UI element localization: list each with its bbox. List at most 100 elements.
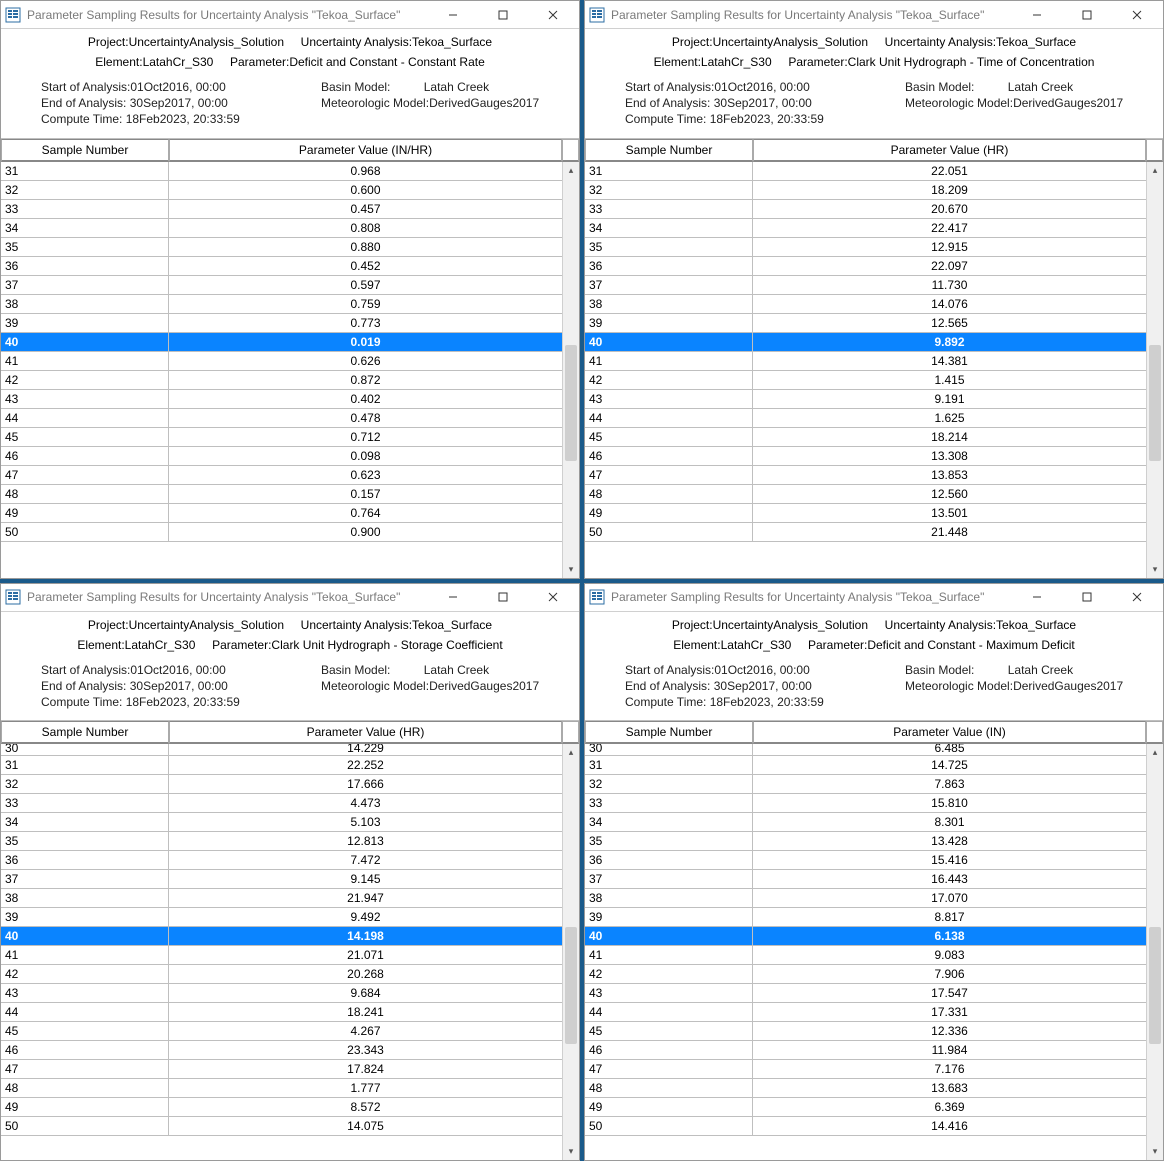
table-row[interactable]: 3422.417 xyxy=(585,219,1146,238)
table-row[interactable]: 348.301 xyxy=(585,813,1146,832)
table-row[interactable]: 498.572 xyxy=(1,1098,562,1117)
table-row[interactable]: 5014.075 xyxy=(1,1117,562,1136)
table-row[interactable]: 3122.051 xyxy=(585,162,1146,181)
column-sample-number[interactable]: Sample Number xyxy=(1,139,169,162)
titlebar[interactable]: Parameter Sampling Results for Uncertain… xyxy=(585,584,1163,612)
table-row[interactable]: 3014.229 xyxy=(1,744,562,756)
table-row[interactable]: 440.478 xyxy=(1,409,562,428)
table-row[interactable]: 400.019 xyxy=(1,333,562,352)
scroll-thumb[interactable] xyxy=(565,927,577,1043)
table-row[interactable]: 340.808 xyxy=(1,219,562,238)
vertical-scrollbar[interactable]: ▴▾ xyxy=(1146,744,1163,1160)
column-sample-number[interactable]: Sample Number xyxy=(585,721,753,744)
table-row[interactable]: 439.191 xyxy=(585,390,1146,409)
close-button[interactable] xyxy=(1115,583,1159,611)
close-button[interactable] xyxy=(531,1,575,29)
table-row[interactable]: 420.872 xyxy=(1,371,562,390)
table-row[interactable]: 360.452 xyxy=(1,257,562,276)
minimize-button[interactable] xyxy=(1015,583,1059,611)
table-row[interactable]: 3512.915 xyxy=(585,238,1146,257)
table-row[interactable]: 3217.666 xyxy=(1,775,562,794)
table-row[interactable]: 4518.214 xyxy=(585,428,1146,447)
table-row[interactable]: 470.623 xyxy=(1,466,562,485)
close-button[interactable] xyxy=(1115,1,1159,29)
table-row[interactable]: 3821.947 xyxy=(1,889,562,908)
table-row[interactable]: 480.157 xyxy=(1,485,562,504)
table-row[interactable]: 327.863 xyxy=(585,775,1146,794)
column-sample-number[interactable]: Sample Number xyxy=(1,721,169,744)
table-row[interactable]: 4611.984 xyxy=(585,1041,1146,1060)
table-row[interactable]: 4512.336 xyxy=(585,1022,1146,1041)
scroll-down-icon[interactable]: ▾ xyxy=(563,561,579,578)
maximize-button[interactable] xyxy=(481,583,525,611)
table-row[interactable]: 439.684 xyxy=(1,984,562,1003)
scroll-up-icon[interactable]: ▴ xyxy=(1147,744,1163,761)
table-row[interactable]: 409.892 xyxy=(585,333,1146,352)
vertical-scrollbar[interactable]: ▴▾ xyxy=(562,162,579,578)
scroll-down-icon[interactable]: ▾ xyxy=(1147,1143,1163,1160)
titlebar[interactable]: Parameter Sampling Results for Uncertain… xyxy=(1,584,579,612)
table-row[interactable]: 4220.268 xyxy=(1,965,562,984)
table-row[interactable]: 3114.725 xyxy=(585,756,1146,775)
table-row[interactable]: 427.906 xyxy=(585,965,1146,984)
table-row[interactable]: 441.625 xyxy=(585,409,1146,428)
table-row[interactable]: 450.712 xyxy=(1,428,562,447)
table-row[interactable]: 406.138 xyxy=(585,927,1146,946)
table-row[interactable]: 350.880 xyxy=(1,238,562,257)
table-row[interactable]: 306.485 xyxy=(585,744,1146,756)
table-row[interactable]: 3814.076 xyxy=(585,295,1146,314)
table-row[interactable]: 4623.343 xyxy=(1,1041,562,1060)
table-row[interactable]: 3615.416 xyxy=(585,851,1146,870)
table-row[interactable]: 367.472 xyxy=(1,851,562,870)
table-row[interactable]: 5021.448 xyxy=(585,523,1146,542)
table-row[interactable]: 3912.565 xyxy=(585,314,1146,333)
table-row[interactable]: 3817.070 xyxy=(585,889,1146,908)
table-row[interactable]: 4813.683 xyxy=(585,1079,1146,1098)
scroll-thumb[interactable] xyxy=(1149,345,1161,461)
table-row[interactable]: 4014.198 xyxy=(1,927,562,946)
table-row[interactable]: 4121.071 xyxy=(1,946,562,965)
table-row[interactable]: 481.777 xyxy=(1,1079,562,1098)
table-row[interactable]: 5014.416 xyxy=(585,1117,1146,1136)
table-row[interactable]: 379.145 xyxy=(1,870,562,889)
vertical-scrollbar[interactable]: ▴▾ xyxy=(562,744,579,1160)
column-parameter-value[interactable]: Parameter Value (IN/HR) xyxy=(169,139,562,162)
table-body[interactable]: 306.4853114.725327.8633315.810348.301351… xyxy=(585,744,1146,1160)
scroll-up-icon[interactable]: ▴ xyxy=(563,162,579,179)
table-row[interactable]: 3622.097 xyxy=(585,257,1146,276)
scroll-up-icon[interactable]: ▴ xyxy=(563,744,579,761)
scroll-thumb[interactable] xyxy=(565,345,577,461)
scroll-down-icon[interactable]: ▾ xyxy=(1147,561,1163,578)
scroll-thumb[interactable] xyxy=(1149,927,1161,1043)
table-row[interactable]: 390.773 xyxy=(1,314,562,333)
table-row[interactable]: 3716.443 xyxy=(585,870,1146,889)
table-row[interactable]: 430.402 xyxy=(1,390,562,409)
minimize-button[interactable] xyxy=(431,1,475,29)
minimize-button[interactable] xyxy=(1015,1,1059,29)
column-parameter-value[interactable]: Parameter Value (IN) xyxy=(753,721,1146,744)
table-row[interactable]: 399.492 xyxy=(1,908,562,927)
maximize-button[interactable] xyxy=(1065,583,1109,611)
maximize-button[interactable] xyxy=(1065,1,1109,29)
table-row[interactable]: 380.759 xyxy=(1,295,562,314)
table-row[interactable]: 3315.810 xyxy=(585,794,1146,813)
table-row[interactable]: 330.457 xyxy=(1,200,562,219)
minimize-button[interactable] xyxy=(431,583,475,611)
table-row[interactable]: 3513.428 xyxy=(585,832,1146,851)
table-row[interactable]: 4613.308 xyxy=(585,447,1146,466)
table-row[interactable]: 4717.824 xyxy=(1,1060,562,1079)
table-row[interactable]: 4417.331 xyxy=(585,1003,1146,1022)
table-row[interactable]: 4913.501 xyxy=(585,504,1146,523)
column-sample-number[interactable]: Sample Number xyxy=(585,139,753,162)
table-row[interactable]: 490.764 xyxy=(1,504,562,523)
table-row[interactable]: 310.968 xyxy=(1,162,562,181)
table-row[interactable]: 460.098 xyxy=(1,447,562,466)
scroll-up-icon[interactable]: ▴ xyxy=(1147,162,1163,179)
table-row[interactable]: 410.626 xyxy=(1,352,562,371)
vertical-scrollbar[interactable]: ▴▾ xyxy=(1146,162,1163,578)
table-row[interactable]: 496.369 xyxy=(585,1098,1146,1117)
table-row[interactable]: 500.900 xyxy=(1,523,562,542)
table-row[interactable]: 4812.560 xyxy=(585,485,1146,504)
table-row[interactable]: 4317.547 xyxy=(585,984,1146,1003)
table-row[interactable]: 3512.813 xyxy=(1,832,562,851)
